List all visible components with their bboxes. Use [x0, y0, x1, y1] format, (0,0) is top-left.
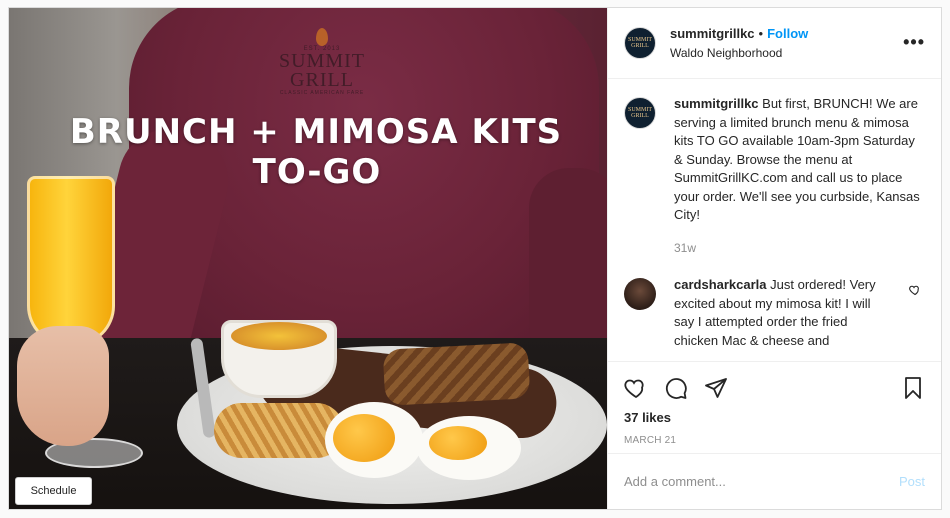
- caption-username[interactable]: summitgrillkc: [674, 96, 759, 111]
- photo-hand: [17, 326, 109, 446]
- actions-section: 37 likes MARCH 21: [608, 361, 941, 453]
- shirt-logo: EST. 2013 SUMMIT GRILL CLASSIC AMERICAN …: [267, 28, 377, 96]
- comment-body: cardsharkcarla Just ordered! Very excite…: [674, 276, 890, 350]
- heart-icon[interactable]: [624, 376, 648, 400]
- header-row: summitgrillkc • Follow: [670, 26, 808, 41]
- caption-body: summitgrillkc But first, BRUNCH! We are …: [674, 95, 925, 257]
- avatar[interactable]: SUMMIT GRILL: [624, 27, 656, 59]
- post-header: SUMMIT GRILL summitgrillkc • Follow Wald…: [608, 8, 941, 79]
- photo-egg: [325, 402, 423, 478]
- flame-icon: [316, 28, 328, 46]
- comment-item: cardsharkcarla Just ordered! Very excite…: [624, 276, 925, 350]
- like-comment-heart-icon[interactable]: [909, 284, 921, 296]
- share-icon[interactable]: [704, 376, 728, 400]
- more-options-icon[interactable]: •••: [903, 32, 925, 53]
- comment-username[interactable]: cardsharkcarla: [674, 277, 767, 292]
- bookmark-icon[interactable]: [901, 376, 925, 400]
- caption-text: But first, BRUNCH! We are serving a limi…: [674, 96, 920, 222]
- separator-dot: •: [758, 26, 764, 41]
- header-text: summitgrillkc • Follow Waldo Neighborhoo…: [670, 26, 808, 60]
- photo-hashbrown: [214, 403, 344, 458]
- follow-button[interactable]: Follow: [767, 26, 808, 41]
- header-username[interactable]: summitgrillkc: [670, 26, 755, 41]
- post-comment-button[interactable]: Post: [899, 474, 925, 489]
- location-link[interactable]: Waldo Neighborhood: [670, 46, 808, 60]
- commenter-avatar[interactable]: [624, 278, 656, 310]
- caption: SUMMIT GRILL summitgrillkc But first, BR…: [624, 95, 925, 257]
- schedule-button[interactable]: Schedule: [15, 477, 92, 505]
- action-icons: [624, 372, 925, 404]
- avatar[interactable]: SUMMIT GRILL: [624, 97, 656, 129]
- headline-line-2: TO-GO: [252, 152, 382, 192]
- instagram-post: EST. 2013 SUMMIT GRILL CLASSIC AMERICAN …: [8, 7, 942, 510]
- add-comment-bar: Post: [608, 453, 941, 509]
- caption-age[interactable]: 31w: [674, 239, 925, 258]
- shirt-logo-tagline: CLASSIC AMERICAN FARE: [279, 90, 365, 96]
- likes-count[interactable]: 37 likes: [624, 410, 925, 425]
- post-photo[interactable]: EST. 2013 SUMMIT GRILL CLASSIC AMERICAN …: [9, 8, 607, 509]
- photo-headline: BRUNCH + MIMOSA KITS TO-GO: [9, 112, 607, 192]
- shirt-logo-name-2: GRILL: [290, 69, 354, 91]
- comments-section[interactable]: SUMMIT GRILL summitgrillkc But first, BR…: [608, 79, 941, 361]
- comment-icon[interactable]: [664, 376, 688, 400]
- headline-line-1: BRUNCH + MIMOSA KITS: [69, 112, 563, 152]
- photo-toast: [382, 342, 531, 406]
- post-date[interactable]: MARCH 21: [624, 435, 925, 446]
- photo-mac-and-cheese: [231, 322, 327, 350]
- photo-egg: [417, 416, 521, 480]
- post-side-panel: SUMMIT GRILL summitgrillkc • Follow Wald…: [607, 8, 941, 509]
- photo-mimosa-glass: [27, 176, 115, 346]
- comment-input[interactable]: [624, 474, 899, 489]
